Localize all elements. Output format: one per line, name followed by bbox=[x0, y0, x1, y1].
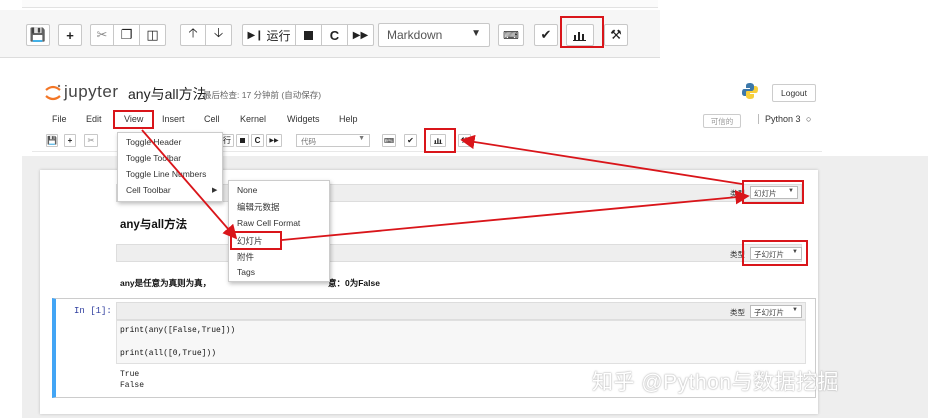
arrow-view-to-slideshow bbox=[141, 129, 238, 240]
annotation-arrows bbox=[141, 129, 750, 241]
arrow-slideshow-to-cell-type bbox=[281, 190, 750, 241]
watermark: 知乎 @Python与数据挖掘 bbox=[592, 371, 840, 394]
arrow-cell-type-to-toolbar bbox=[460, 134, 743, 185]
